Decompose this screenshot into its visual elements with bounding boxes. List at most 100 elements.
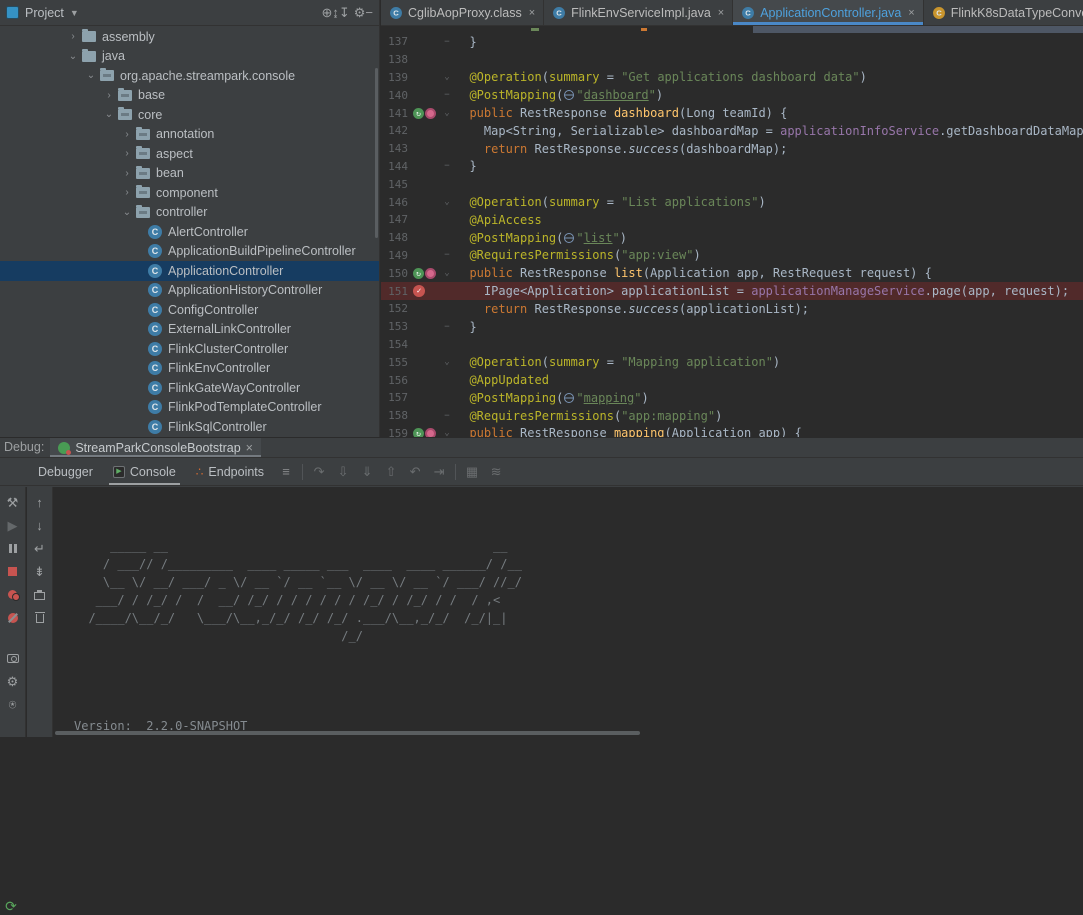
modify-run-configuration-icon[interactable]: ⚒ [2,491,24,514]
tree-item-alertcontroller[interactable]: CAlertController [0,222,379,242]
rerun-icon[interactable]: ⟳ [0,898,22,915]
line-number[interactable]: 157 [381,391,411,404]
fold-open-icon[interactable]: ⌄ [439,268,455,278]
code-line[interactable]: 155⌄ @Operation(summary = "Mapping appli… [381,353,1083,371]
code-line[interactable]: 145 [381,175,1083,193]
tab-cglibaopproxy-class[interactable]: CCglibAopProxy.class× [381,0,544,25]
tree-scrollbar[interactable] [375,68,378,238]
step-into-icon[interactable]: ⇩ [331,464,355,480]
run-to-cursor-icon[interactable]: ⇥ [427,464,451,480]
line-number[interactable]: 156 [381,374,411,387]
layout-settings-icon[interactable]: ≡ [274,464,298,479]
force-step-into-icon[interactable]: ⇓ [355,464,379,480]
tree-item-applicationhistorycontroller[interactable]: CApplicationHistoryController [0,281,379,301]
tree-item-annotation[interactable]: ›annotation [0,125,379,145]
view-breakpoints-left-icon[interactable] [2,583,24,606]
openapi-gutter-icon[interactable] [425,268,436,279]
code-line[interactable]: 138 [381,51,1083,69]
tree-item-externallinkcontroller[interactable]: CExternalLinkController [0,320,379,340]
tree-item-assembly[interactable]: ›assembly [0,27,379,47]
debug-session-tab[interactable]: StreamParkConsoleBootstrap × [50,438,261,457]
code-line[interactable]: 137− } [381,33,1083,51]
openapi-gutter-icon[interactable] [425,428,436,437]
line-number[interactable]: 141 [381,107,411,120]
openapi-gutter-icon[interactable] [425,108,436,119]
chevron-right-icon[interactable]: › [118,168,136,179]
code-editor[interactable]: 137− }138139⌄ @Operation(summary = "Get … [381,26,1083,437]
code-line[interactable]: 151✓ IPage<Application> applicationList … [381,282,1083,300]
pin-tab-icon[interactable]: ⍟ [2,693,24,716]
tab-debugger[interactable]: Debugger [28,458,103,485]
line-number[interactable]: 146 [381,196,411,209]
line-number[interactable]: 154 [381,338,411,351]
fold-end-icon[interactable]: − [439,37,455,47]
code-line[interactable]: 146⌄ @Operation(summary = "List applicat… [381,193,1083,211]
hide-tool-window-icon[interactable]: − [365,5,373,20]
code-line[interactable]: 154 [381,336,1083,354]
line-number[interactable]: 140 [381,89,411,102]
chevron-right-icon[interactable]: › [100,90,118,101]
fold-open-icon[interactable]: ⌄ [439,72,455,82]
tree-item-flinksqlcontroller[interactable]: CFlinkSqlController [0,417,379,437]
line-number[interactable]: 142 [381,124,411,137]
pause-program-icon[interactable] [2,537,24,560]
code-line[interactable]: 142 Map<String, Serializable> dashboardM… [381,122,1083,140]
tree-item-java[interactable]: ⌄java [0,47,379,67]
line-number[interactable]: 159 [381,427,411,437]
fold-end-icon[interactable]: − [439,161,455,171]
tab-flinkenvserviceimpl-java[interactable]: CFlinkEnvServiceImpl.java× [544,0,733,25]
fold-open-icon[interactable]: ⌄ [439,428,455,437]
code-line[interactable]: 159↻⌄ public RestResponse mapping(Applic… [381,425,1083,437]
code-line[interactable]: 149− @RequiresPermissions("app:view") [381,247,1083,265]
chevron-down-icon[interactable]: ⌄ [100,109,118,120]
line-number[interactable]: 139 [381,71,411,84]
tree-item-bean[interactable]: ›bean [0,164,379,184]
tree-item-core[interactable]: ⌄core [0,105,379,125]
fold-end-icon[interactable]: − [439,90,455,100]
tree-item-configcontroller[interactable]: CConfigController [0,300,379,320]
console-horizontal-scrollbar[interactable] [55,731,640,735]
scroll-to-end-icon[interactable]: ⇟ [29,560,51,583]
project-view-selector[interactable]: Project ▼ [6,6,79,20]
code-line[interactable]: 148 @PostMapping("list") [381,229,1083,247]
close-icon[interactable]: × [529,7,535,19]
endpoint-gutter-icon[interactable]: ↻ [413,268,424,279]
view-breakpoints-icon[interactable]: ▦ [460,464,484,480]
tab-applicationcontroller-java[interactable]: CApplicationController.java× [733,0,924,25]
soft-wrap-icon[interactable]: ↵ [29,537,51,560]
code-line[interactable]: 158− @RequiresPermissions("app:mapping") [381,407,1083,425]
code-line[interactable]: 140− @PostMapping("dashboard") [381,86,1083,104]
close-icon[interactable]: × [246,441,253,455]
tree-item-flinkclustercontroller[interactable]: CFlinkClusterController [0,339,379,359]
code-line[interactable]: 156 @AppUpdated [381,371,1083,389]
close-icon[interactable]: × [718,7,724,19]
mute-breakpoints-left-icon[interactable] [2,606,24,629]
line-number[interactable]: 151 [381,285,411,298]
tree-item-component[interactable]: ›component [0,183,379,203]
tree-item-flinkpodtemplatecontroller[interactable]: CFlinkPodTemplateController [0,398,379,418]
resume-program-icon[interactable]: ▶ [2,514,24,537]
chevron-down-icon[interactable]: ⌄ [82,70,100,81]
chevron-down-icon[interactable]: ⌄ [64,51,82,62]
line-number[interactable]: 143 [381,142,411,155]
line-number[interactable]: 144 [381,160,411,173]
tree-item-applicationcontroller[interactable]: CApplicationController [0,261,379,281]
line-number[interactable]: 149 [381,249,411,262]
close-icon[interactable]: × [908,7,914,19]
chevron-right-icon[interactable]: › [118,148,136,159]
fold-open-icon[interactable]: ⌄ [439,357,455,367]
line-number[interactable]: 147 [381,213,411,226]
tab-endpoints[interactable]: ∴Endpoints [186,458,274,485]
endpoint-gutter-icon[interactable]: ↻ [413,108,424,119]
mute-breakpoints-icon[interactable]: ≋ [484,464,508,480]
select-opened-file-icon[interactable]: ⊕ [321,5,332,20]
thread-dump-icon[interactable] [2,647,24,670]
code-line[interactable]: 141↻⌄ public RestResponse dashboard(Long… [381,104,1083,122]
tree-item-applicationbuildpipelinecontroller[interactable]: CApplicationBuildPipelineController [0,242,379,262]
code-line[interactable]: 147 @ApiAccess [381,211,1083,229]
line-number[interactable]: 152 [381,302,411,315]
print-icon[interactable] [29,583,51,606]
chevron-right-icon[interactable]: › [118,129,136,140]
stop-icon[interactable] [2,560,24,583]
chevron-right-icon[interactable]: › [64,31,82,42]
